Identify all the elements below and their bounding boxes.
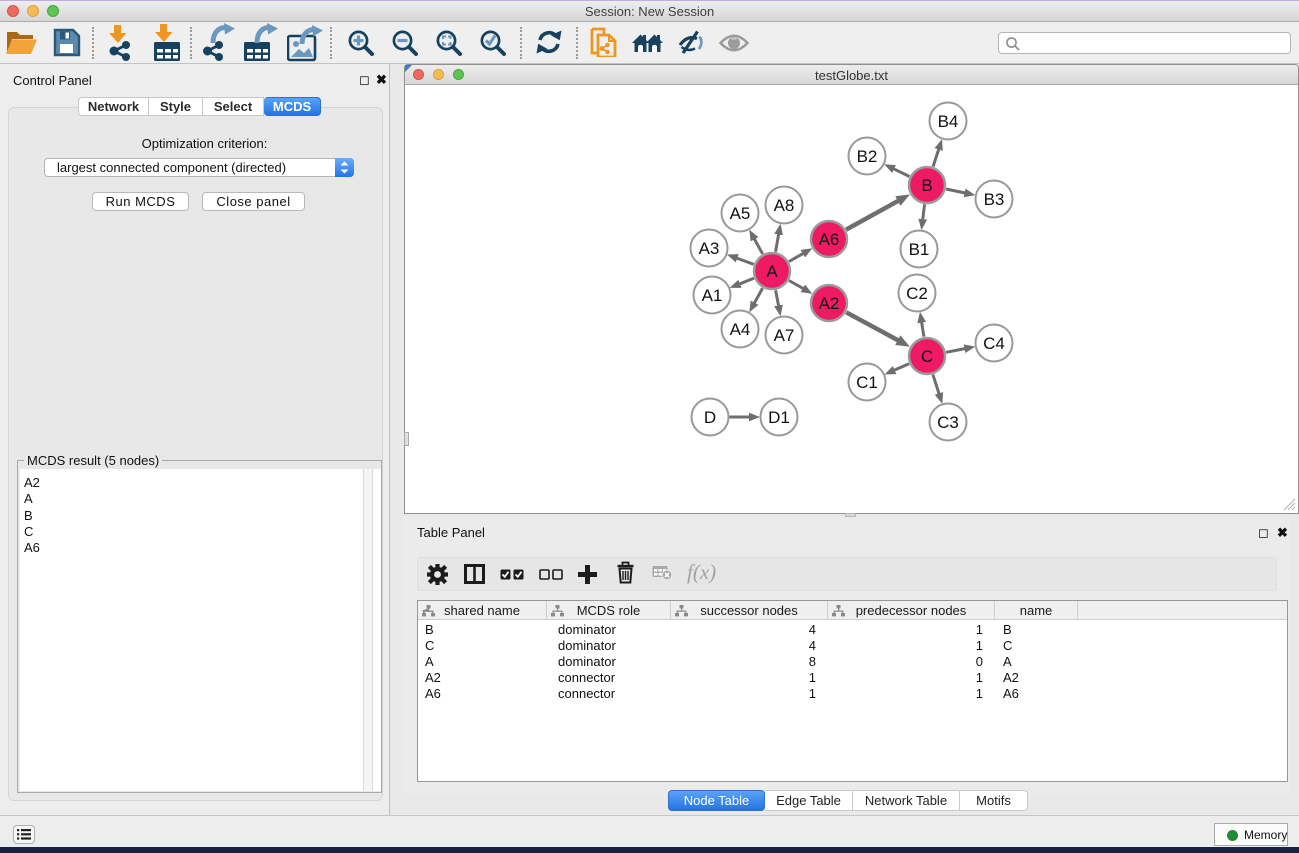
svg-text:A7: A7 — [774, 326, 795, 345]
svg-text:A6: A6 — [819, 230, 840, 249]
svg-text:C4: C4 — [983, 334, 1005, 353]
svg-text:B1: B1 — [909, 240, 930, 259]
svg-text:B4: B4 — [938, 112, 959, 131]
svg-text:A1: A1 — [702, 286, 723, 305]
svg-text:D: D — [704, 408, 716, 427]
svg-text:A4: A4 — [730, 320, 751, 339]
svg-text:A2: A2 — [819, 294, 840, 313]
svg-text:B: B — [921, 176, 932, 195]
svg-text:A: A — [766, 262, 778, 281]
svg-text:B3: B3 — [984, 190, 1005, 209]
svg-text:A3: A3 — [699, 239, 720, 258]
svg-text:A5: A5 — [730, 204, 751, 223]
svg-text:D1: D1 — [768, 408, 790, 427]
svg-text:C1: C1 — [856, 373, 878, 392]
svg-text:B2: B2 — [857, 147, 878, 166]
svg-text:C2: C2 — [906, 284, 928, 303]
svg-text:A8: A8 — [774, 196, 795, 215]
svg-text:C: C — [921, 347, 933, 366]
svg-text:C3: C3 — [937, 413, 959, 432]
